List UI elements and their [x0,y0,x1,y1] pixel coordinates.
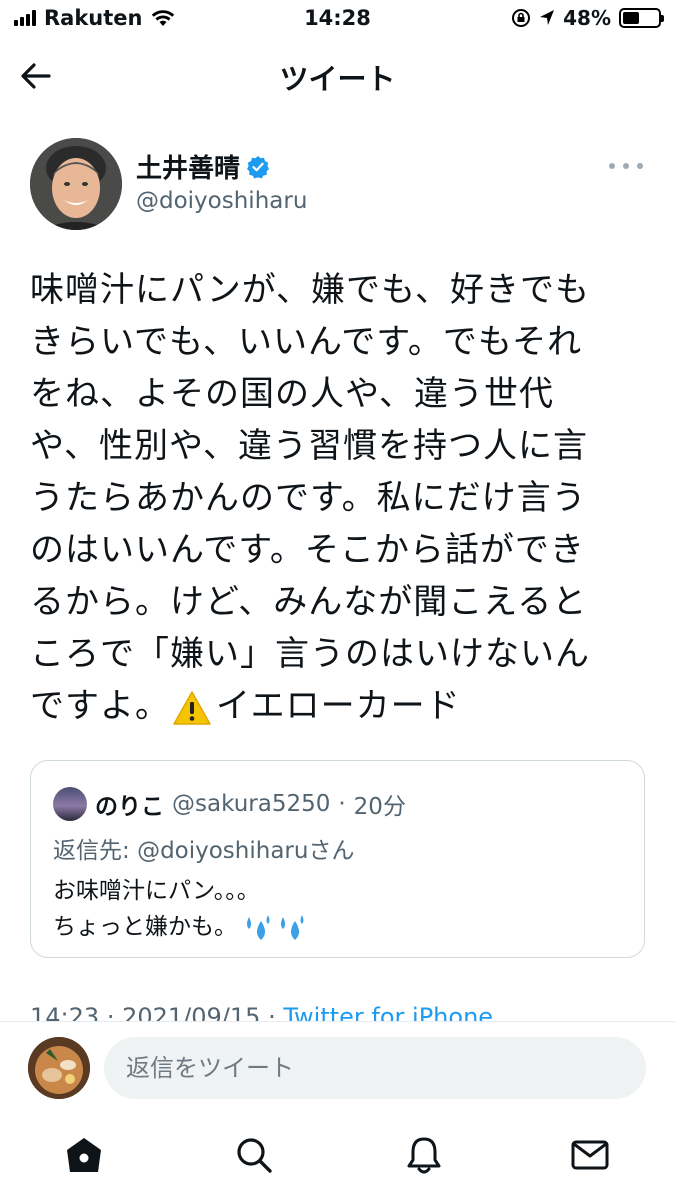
tweet-text: 味噌汁にパンが、嫌でも、好きでも きらいでも、いいんです。でもそれ をね、よその… [30,264,645,732]
tweet-line: や、性別や、違う習慣を持つ人に言 [30,426,588,466]
notifications-icon [407,1137,441,1174]
tweet-line: うたらあかんのです。私にだけ言う [30,478,587,518]
more-dot [609,163,615,169]
tweet-meta-text: 14:23 · 2021/09/15 · Twitter for iPhone [30,1000,645,1022]
tweet-line: るから。けど、みんなが聞こえると [30,582,588,622]
status-right: 48% [511,6,664,30]
tweet-date: 2021/09/15 [122,1003,261,1022]
warning-icon [173,690,211,725]
quote-line: ちょっと嫌かも。 [53,914,237,940]
tab-notifications[interactable] [402,1133,446,1177]
meta-separator: · [268,1003,276,1022]
sweat-droplets-icon [247,914,304,940]
quote-line: お味噌汁にパン。。。 [53,878,260,904]
author-avatar[interactable] [30,138,122,230]
tweet-line-part: イエローカード [216,686,461,726]
tweet-line: のはいいんです。そこから話ができ [30,530,585,570]
my-avatar[interactable] [28,1037,90,1099]
author-handle[interactable]: @doiyoshiharu [136,188,307,214]
location-icon [540,10,555,25]
tweet-line: ころで「嫌い」言うのはいけないん [30,634,590,674]
quote-header: のりこ @sakura5250 · 20分 [53,787,406,821]
quote-separator: · [338,791,346,817]
header: ツイート [0,44,675,108]
tab-messages[interactable] [568,1133,612,1177]
quote-time: 20分 [353,794,406,820]
author-name[interactable]: 土井善晴 [136,148,270,185]
search-icon [237,1138,272,1173]
quote-avatar [53,787,87,821]
orientation-lock-icon [512,9,531,27]
tweet-source[interactable]: Twitter for iPhone [283,1003,493,1022]
tweet-author: 土井善晴 @doiyoshiharu [30,138,645,234]
more-dot [637,163,643,169]
home-icon [67,1138,101,1172]
quote-author-name: のりこ [95,794,164,820]
author-photo [30,138,122,230]
page-title: ツイート [279,62,396,96]
battery-percent: 48% [563,6,611,30]
meta-separator: · [106,1003,115,1022]
author-name-text: 土井善晴 [136,154,241,184]
reply-bar [0,1021,675,1115]
tweet-line: をね、よその国の人や、違う世代 [30,374,554,414]
more-options-button[interactable] [609,156,643,176]
tweet-time: 14:23 [30,1003,100,1022]
quote-body: お味噌汁にパン。。。 ちょっと嫌かも。 [53,873,311,945]
tweet-meta: 14:23 · 2021/09/15 · Twitter for iPhone [30,1000,645,1022]
quote-author-handle: @sakura5250 [172,791,331,817]
quote-line-2: ちょっと嫌かも。 [53,909,311,945]
tweet-line-part: ですよ。 [30,686,170,726]
ramen-photo [28,1037,90,1099]
messages-icon [571,1140,609,1170]
tab-bar [0,1115,675,1200]
reply-to-handle: @doiyoshiharu [137,838,309,864]
status-bar: Rakuten 14:28 48% [0,0,675,40]
tab-home[interactable] [62,1133,106,1177]
quote-reply-to: 返信先: @doiyoshiharuさん [53,831,354,865]
tweet-line: きらいでも、いいんです。でもそれ [30,322,583,362]
tweet-last-line: ですよ。 イエローカード [30,680,645,732]
reply-prefix: 返信先: [53,838,138,864]
quoted-tweet[interactable]: のりこ @sakura5250 · 20分 返信先: @doiyoshiharu… [30,760,645,958]
tab-search[interactable] [232,1133,276,1177]
reply-suffix: さん [308,838,355,864]
tweet-line: 味噌汁にパンが、嫌でも、好きでも [30,270,590,310]
battery-fill [623,12,640,24]
more-dot [623,163,629,169]
battery-icon [619,8,664,28]
reply-input[interactable] [104,1037,646,1099]
verified-badge-icon [247,155,270,178]
